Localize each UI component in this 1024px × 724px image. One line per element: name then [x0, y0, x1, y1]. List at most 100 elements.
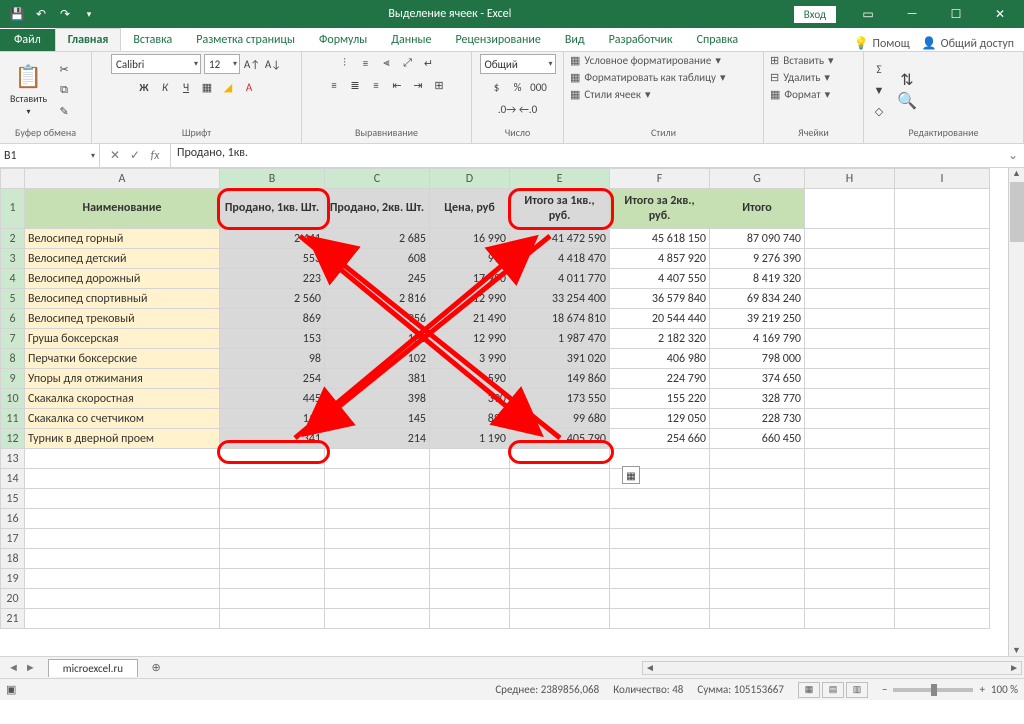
cell[interactable]	[25, 569, 220, 589]
cell[interactable]	[220, 589, 325, 609]
align-center-icon[interactable]: ≣	[346, 76, 364, 94]
row-header[interactable]: 11	[1, 409, 25, 429]
cell[interactable]	[895, 509, 990, 529]
tab-insert[interactable]: Вставка	[121, 29, 184, 51]
cell[interactable]: 553	[220, 249, 325, 269]
row-header[interactable]: 6	[1, 309, 25, 329]
format-painter-icon[interactable]: ✎	[55, 102, 73, 120]
cut-icon[interactable]: ✂	[55, 60, 73, 78]
cell[interactable]	[25, 449, 220, 469]
cell[interactable]	[710, 589, 805, 609]
cell[interactable]	[325, 469, 430, 489]
new-sheet-icon[interactable]: ⊕	[146, 661, 166, 674]
cell[interactable]	[325, 549, 430, 569]
cell[interactable]	[220, 569, 325, 589]
vertical-scrollbar[interactable]	[1008, 168, 1024, 656]
cell[interactable]	[325, 509, 430, 529]
find-select-icon[interactable]: 🔍	[898, 92, 916, 110]
cell[interactable]	[430, 529, 510, 549]
cell[interactable]: 4 418 470	[510, 249, 610, 269]
clear-icon[interactable]: ◇	[870, 102, 888, 120]
cell[interactable]: 590	[430, 369, 510, 389]
cell[interactable]: 21 490	[430, 309, 510, 329]
table-header-cell[interactable]: Цена, руб	[430, 189, 510, 229]
merge-cells-icon[interactable]: ⊞	[430, 76, 448, 94]
cell[interactable]	[805, 489, 895, 509]
copy-icon[interactable]: ⧉	[55, 81, 73, 99]
cell[interactable]	[220, 469, 325, 489]
cell[interactable]: 69 834 240	[710, 289, 805, 309]
signin-button[interactable]: Вход	[794, 6, 836, 23]
cell[interactable]	[325, 529, 430, 549]
cell[interactable]	[325, 569, 430, 589]
cell[interactable]: 341	[220, 429, 325, 449]
cell[interactable]	[510, 509, 610, 529]
cell[interactable]: 4 407 550	[610, 269, 710, 289]
horizontal-scrollbar[interactable]	[642, 661, 1022, 675]
table-header-cell[interactable]: Наименование	[25, 189, 220, 229]
cell[interactable]: 102	[325, 349, 430, 369]
cell[interactable]	[610, 529, 710, 549]
cell[interactable]: Скакалка скоростная	[25, 389, 220, 409]
cell[interactable]: 869	[220, 309, 325, 329]
align-bottom-icon[interactable]: ⫷	[378, 54, 396, 72]
cell[interactable]	[510, 549, 610, 569]
cell[interactable]: 98	[220, 349, 325, 369]
cell[interactable]: Велосипед трековый	[25, 309, 220, 329]
increase-font-icon[interactable]: A↑	[243, 55, 261, 73]
column-header[interactable]: F	[610, 169, 710, 189]
column-header[interactable]: B	[220, 169, 325, 189]
cell[interactable]: 12 990	[430, 289, 510, 309]
tab-help[interactable]: Справка	[685, 29, 751, 51]
page-layout-view-icon[interactable]: ▤	[822, 682, 844, 698]
row-header[interactable]: 4	[1, 269, 25, 289]
cell[interactable]	[710, 469, 805, 489]
cell[interactable]	[430, 589, 510, 609]
cell[interactable]: 168	[325, 329, 430, 349]
cell[interactable]: 16 990	[430, 229, 510, 249]
column-header[interactable]: G	[710, 169, 805, 189]
cell[interactable]: 2 182 320	[610, 329, 710, 349]
cell[interactable]: Упоры для отжимания	[25, 369, 220, 389]
cell[interactable]: 99 680	[510, 409, 610, 429]
cell[interactable]	[25, 609, 220, 629]
cell[interactable]	[710, 509, 805, 529]
select-all-corner[interactable]	[1, 169, 25, 189]
cell[interactable]	[610, 609, 710, 629]
ribbon-options-icon[interactable]: ▭	[848, 0, 888, 28]
cell[interactable]	[610, 549, 710, 569]
row-header[interactable]: 16	[1, 509, 25, 529]
cell[interactable]	[510, 589, 610, 609]
cell[interactable]: Перчатки боксерские	[25, 349, 220, 369]
bold-button[interactable]: Ж	[135, 78, 153, 96]
cell[interactable]: 33 254 400	[510, 289, 610, 309]
row-header[interactable]: 20	[1, 589, 25, 609]
cell[interactable]	[710, 449, 805, 469]
cell[interactable]: 990	[430, 249, 510, 269]
worksheet-grid[interactable]: ABCDEFGHI1НаименованиеПродано, 1кв. Шт.П…	[0, 168, 1024, 656]
conditional-formatting-button[interactable]: ▦ Условное форматирование ▾	[570, 54, 721, 67]
cell[interactable]	[895, 529, 990, 549]
cell[interactable]	[430, 449, 510, 469]
cell[interactable]	[805, 569, 895, 589]
cell[interactable]: 36 579 840	[610, 289, 710, 309]
cell[interactable]: 149 860	[510, 369, 610, 389]
cell[interactable]: Груша боксерская	[25, 329, 220, 349]
row-header[interactable]: 15	[1, 489, 25, 509]
tab-file[interactable]: Файл	[0, 29, 55, 51]
cell[interactable]: 1 190	[430, 429, 510, 449]
cell[interactable]: 228 730	[710, 409, 805, 429]
cell[interactable]	[895, 549, 990, 569]
increase-decimal-icon[interactable]: .0→	[498, 100, 516, 118]
maximize-icon[interactable]: ☐	[936, 0, 976, 28]
cancel-formula-icon[interactable]: ✕	[106, 148, 124, 163]
quick-analysis-icon[interactable]: ▦	[622, 466, 640, 484]
row-header[interactable]: 21	[1, 609, 25, 629]
cell[interactable]: 445	[220, 389, 325, 409]
cell[interactable]: 45 618 150	[610, 229, 710, 249]
cell[interactable]: 12 990	[430, 329, 510, 349]
cell[interactable]: 374 650	[710, 369, 805, 389]
row-header[interactable]: 8	[1, 349, 25, 369]
share-button[interactable]: 👤 Общий доступ	[922, 36, 1014, 51]
cell[interactable]: 87 090 740	[710, 229, 805, 249]
